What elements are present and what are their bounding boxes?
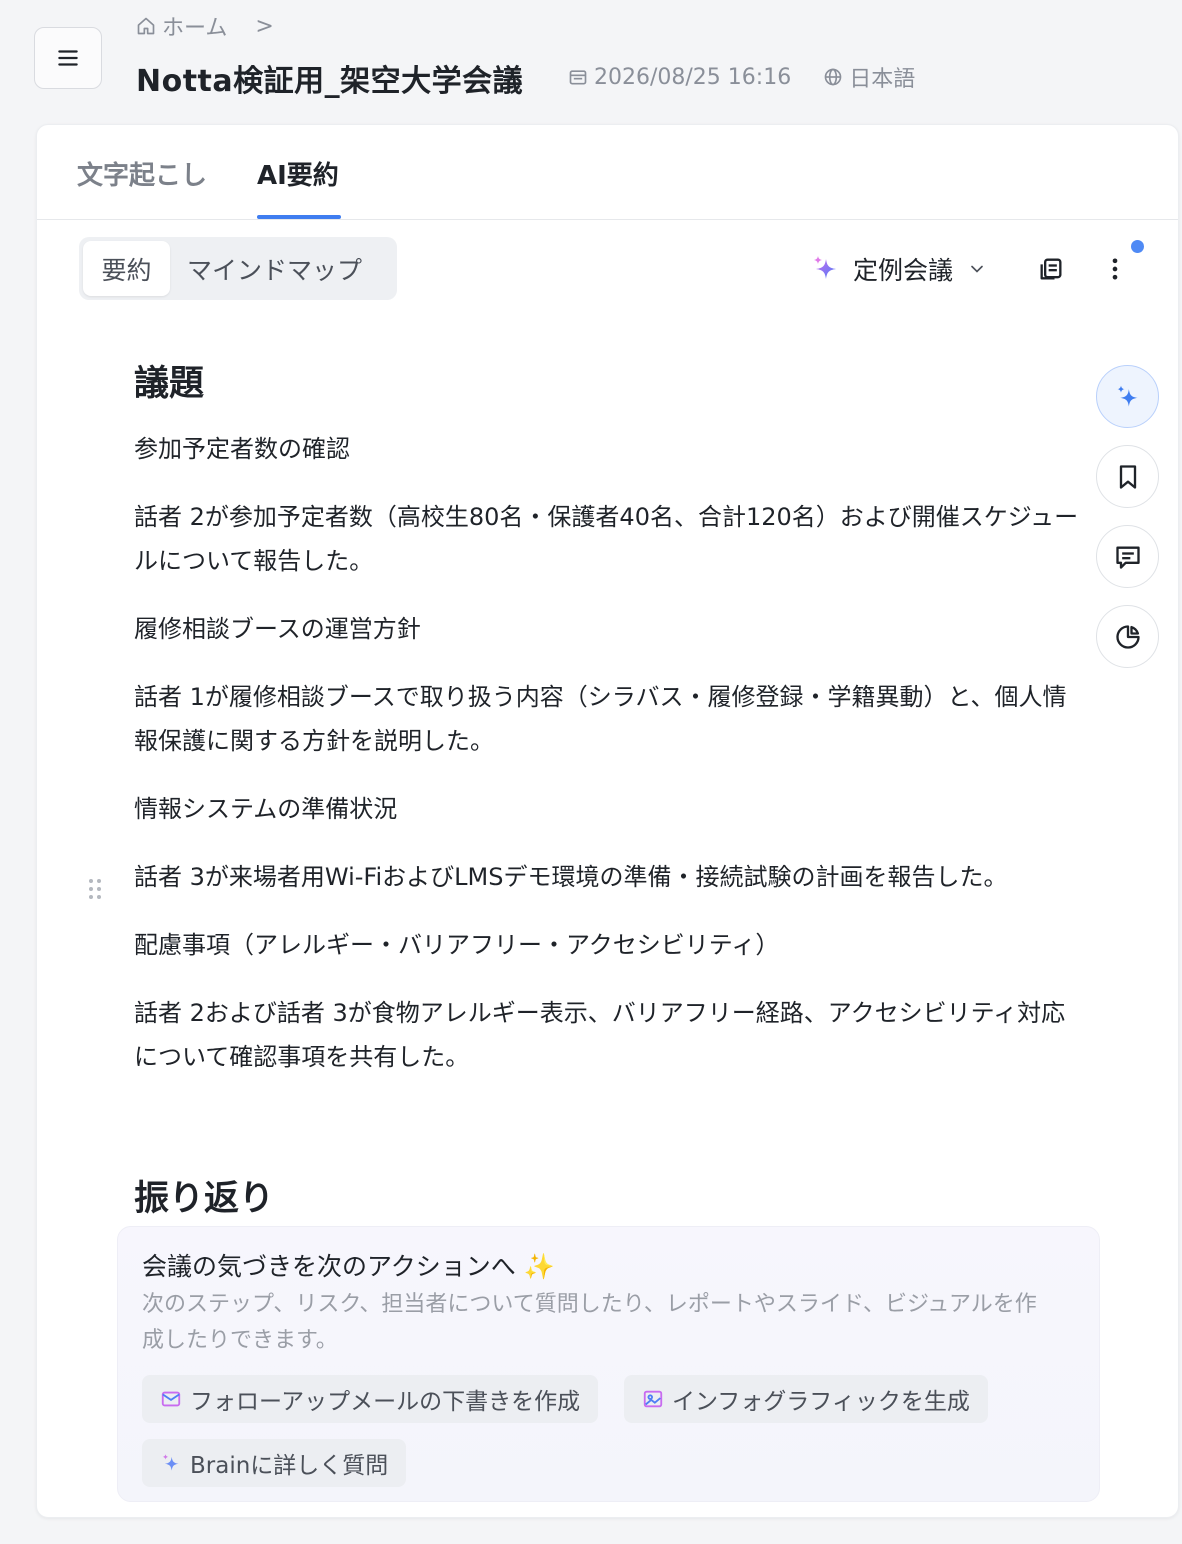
breadcrumb: ホーム > — [136, 10, 274, 42]
tab-bar: 文字起こし AI要約 — [37, 125, 1178, 220]
chip-label: Brainに詳しく質問 — [190, 1453, 389, 1479]
more-vertical-icon — [1112, 258, 1118, 280]
tab-ai-summary[interactable]: AI要約 — [257, 155, 339, 192]
chip-label: フォローアップメールの下書きを作成 — [190, 1389, 581, 1415]
agenda-topic: 参加予定者数の確認 — [134, 435, 350, 463]
meeting-language[interactable]: 日本語 — [849, 61, 915, 93]
pie-chart-icon — [1115, 624, 1140, 649]
meeting-meta: 2026/08/25 16:16 日本語 — [568, 62, 915, 92]
agenda-topic: 履修相談ブースの運営方針 — [134, 615, 421, 643]
heading-agenda: 議題 — [134, 364, 205, 404]
home-icon — [137, 17, 155, 35]
more-options-button[interactable] — [1097, 251, 1133, 287]
template-label: 定例会議 — [853, 256, 954, 285]
template-selector[interactable]: 定例会議 — [811, 251, 987, 287]
ai-assistant-button[interactable] — [1096, 365, 1159, 428]
agenda-detail: 話者 2が参加予定者数（高校生80名・保護者40名、合計120名）および開催スケ… — [134, 503, 1079, 575]
agenda-detail: 話者 3が来場者用Wi-FiおよびLMSデモ環境の準備・接続試験の計画を報告した… — [134, 863, 1008, 891]
chip-infographic[interactable]: インフォグラフィックを生成 — [624, 1375, 988, 1423]
active-tab-indicator — [257, 215, 341, 219]
breadcrumb-separator: > — [255, 13, 274, 39]
page-title: Notta検証用_架空大学会議 — [136, 64, 524, 99]
bookmark-button[interactable] — [1096, 445, 1159, 508]
agenda-detail: 話者 1が履修相談ブースで取り扱う内容（シラバス・履修登録・学籍異動）と、個人情… — [134, 683, 1067, 755]
main-card: 文字起こし AI要約 要約 マインドマップ 定例会議 議題 参加予定者数の確認 … — [36, 124, 1179, 1518]
toggle-summary[interactable]: 要約 — [83, 241, 170, 296]
copy-button[interactable] — [1033, 251, 1069, 287]
comment-icon — [1115, 546, 1140, 569]
tab-transcript[interactable]: 文字起こし — [77, 155, 207, 192]
toggle-mindmap[interactable]: マインドマップ — [187, 241, 362, 296]
bookmark-icon — [1119, 464, 1136, 489]
notification-dot — [1131, 240, 1144, 253]
menu-button[interactable] — [34, 27, 102, 89]
image-icon — [643, 1390, 663, 1408]
brain-panel-description: 次のステップ、リスク、担当者について質問したり、レポートやスライド、ビジュアルを… — [142, 1292, 1037, 1353]
chevron-down-icon — [971, 265, 983, 273]
chip-follow-up-email[interactable]: フォローアップメールの下書きを作成 — [142, 1375, 599, 1423]
analytics-button[interactable] — [1096, 605, 1159, 668]
heading-review: 振り返り — [134, 1179, 275, 1219]
hamburger-icon — [58, 50, 78, 66]
sparkle-icon — [162, 1454, 179, 1471]
meeting-datetime: 2026/08/25 16:16 — [594, 64, 792, 90]
calendar-icon — [569, 70, 587, 85]
sparkle-icon — [1117, 385, 1138, 407]
agenda-topic: 情報システムの準備状況 — [134, 795, 398, 823]
brain-suggestion-panel: 会議の気づきを次のアクションへ ✨ 次のステップ、リスク、担当者について質問した… — [117, 1226, 1100, 1502]
sparkle-icon — [814, 256, 836, 279]
agenda-detail: 話者 2および話者 3が食物アレルギー表示、バリアフリー経路、アクセシビリティ対… — [134, 999, 1066, 1071]
comment-button[interactable] — [1096, 525, 1159, 588]
drag-handle-icon[interactable] — [87, 877, 103, 901]
summary-content: 議題 参加予定者数の確認 話者 2が参加予定者数（高校生80名・保護者40名、合… — [134, 355, 1084, 1079]
brain-panel-title: 会議の気づきを次のアクションへ ✨ — [142, 1252, 555, 1281]
agenda-topic: 配慮事項（アレルギー・バリアフリー・アクセシビリティ） — [134, 931, 780, 959]
copy-icon — [1040, 258, 1062, 280]
breadcrumb-home-link[interactable]: ホーム — [162, 10, 227, 42]
globe-icon — [824, 68, 842, 86]
mail-icon — [161, 1391, 181, 1407]
chip-label: インフォグラフィックを生成 — [672, 1389, 970, 1415]
view-toggle: 要約 マインドマップ — [79, 237, 397, 300]
chip-ask-brain[interactable]: Brainに詳しく質問 — [142, 1439, 407, 1487]
